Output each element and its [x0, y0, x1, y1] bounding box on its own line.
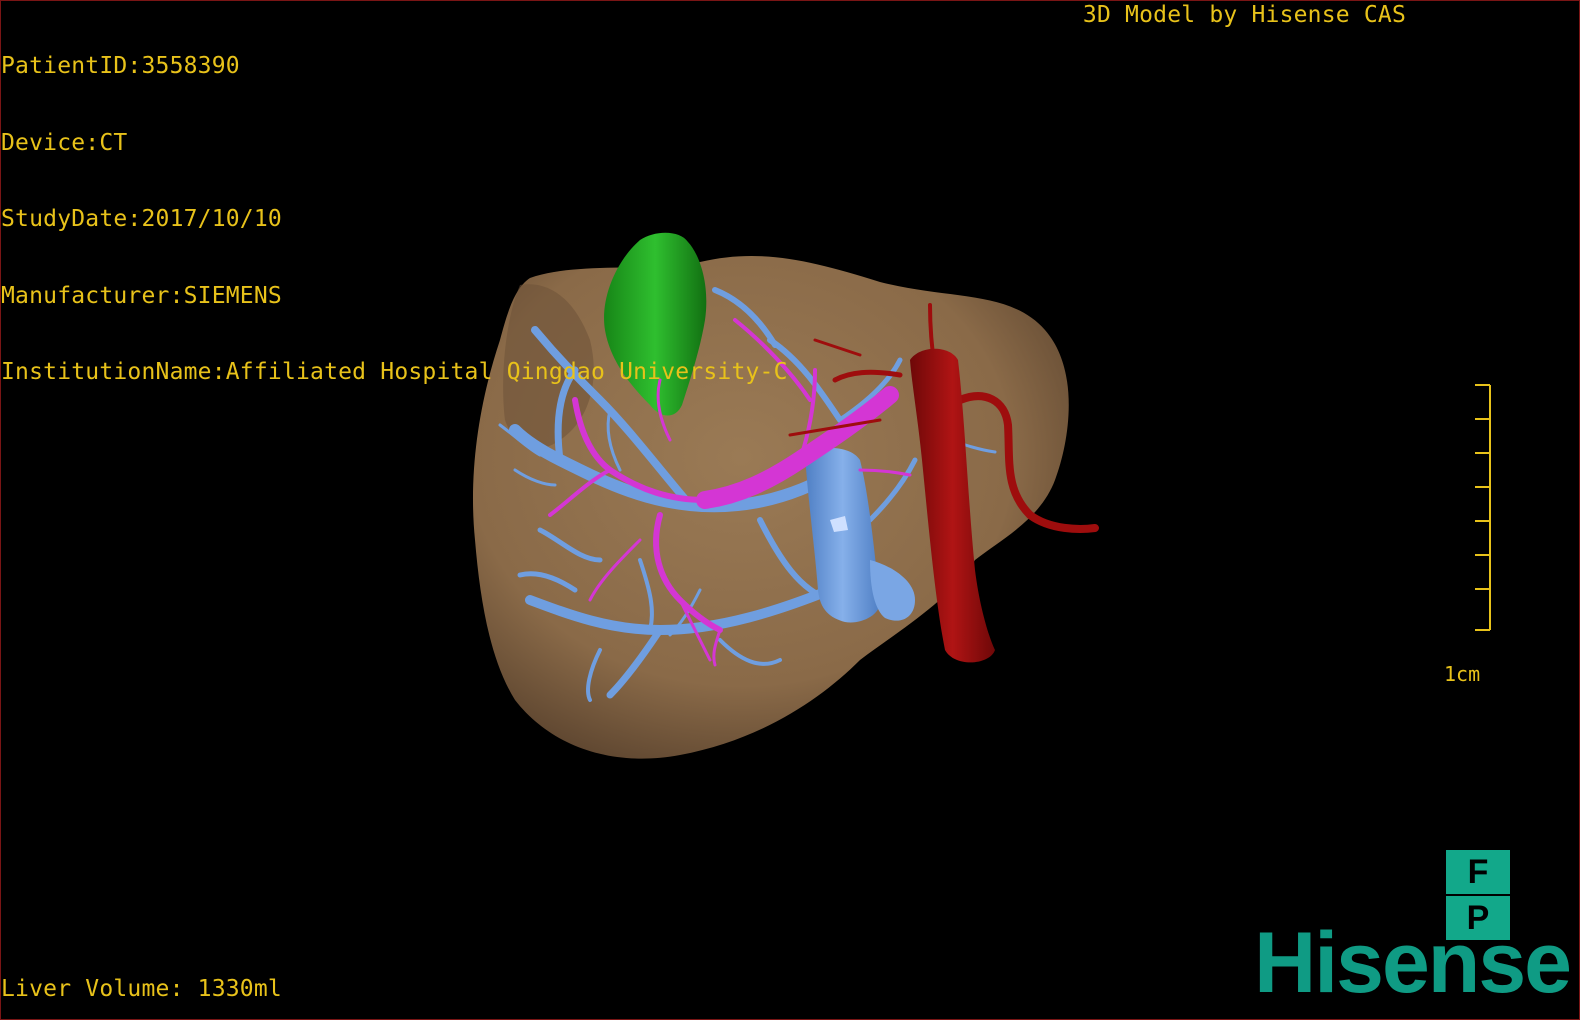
patient-id-label: PatientID:3558390 — [1, 53, 240, 79]
study-date-label: StudyDate:2017/10/10 — [1, 206, 282, 232]
scale-bar-label: 1cm — [1444, 662, 1481, 686]
model-title: 3D Model by Hisense CAS — [1082, 2, 1406, 28]
institution-label: InstitutionName:Affiliated Hospital Qing… — [1, 359, 788, 385]
manufacturer-label: Manufacturer:SIEMENS — [1, 282, 282, 309]
device-label: Device:CT — [1, 129, 128, 156]
dicom-info-block: PatientID:3558390 Device:CT StudyDate:20… — [1, 3, 788, 411]
hisense-logo: Hisense — [1254, 915, 1572, 1011]
liver-volume-label: Liver Volume: 1330ml — [1, 975, 282, 1002]
scale-bar — [1475, 384, 1491, 631]
orientation-top-letter: F — [1446, 850, 1510, 894]
